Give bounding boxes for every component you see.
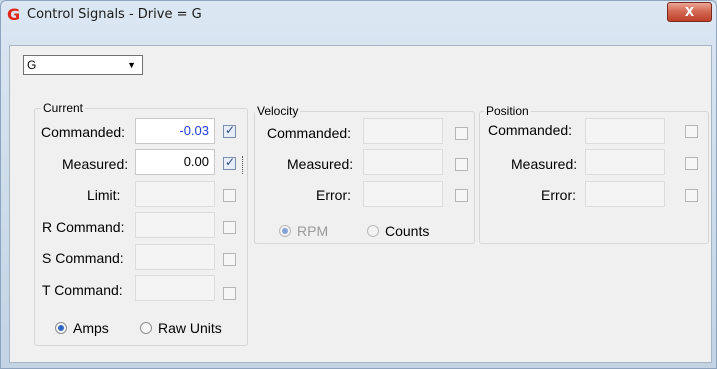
current-measured-checkbox[interactable]: [223, 155, 236, 170]
current-measured-field[interactable]: 0.00: [135, 149, 215, 175]
current-r-command-field[interactable]: [135, 212, 215, 238]
velocity-commanded-checkbox[interactable]: [455, 127, 468, 140]
position-commanded-checkbox[interactable]: [685, 125, 698, 138]
units-amps-radio[interactable]: [55, 322, 67, 334]
focus-indicator: [242, 156, 245, 174]
current-measured-label: Measured:: [62, 156, 129, 172]
current-commanded-label: Commanded:: [41, 124, 126, 140]
velocity-error-checkbox[interactable]: [455, 189, 468, 202]
velocity-commanded-label: Commanded:: [267, 125, 352, 141]
position-error-checkbox[interactable]: [685, 189, 698, 202]
current-r-command-label: R Command:: [42, 219, 125, 235]
velocity-counts-label[interactable]: Counts: [385, 223, 429, 239]
current-s-command-field[interactable]: [135, 244, 215, 270]
velocity-measured-checkbox[interactable]: [455, 158, 468, 171]
velocity-rpm-radio[interactable]: [279, 225, 291, 237]
position-commanded-field[interactable]: [585, 118, 665, 144]
current-r-command-checkbox[interactable]: [223, 221, 236, 234]
chevron-down-icon[interactable]: ▼: [127, 56, 136, 74]
current-limit-label: Limit:: [87, 187, 121, 203]
position-error-field[interactable]: [585, 181, 665, 207]
units-raw-radio[interactable]: [140, 322, 152, 334]
velocity-measured-field[interactable]: [363, 149, 443, 175]
velocity-commanded-field[interactable]: [363, 118, 443, 144]
position-error-label: Error:: [541, 187, 576, 203]
current-t-command-checkbox[interactable]: [223, 287, 236, 300]
velocity-error-label: Error:: [316, 187, 351, 203]
current-s-command-label: S Command:: [42, 250, 124, 266]
velocity-group-title: Velocity: [255, 104, 301, 118]
app-g-icon: G: [7, 5, 21, 24]
current-commanded-field[interactable]: -0.03: [135, 118, 215, 144]
title-bar[interactable]: G Control Signals - Drive = G X: [1, 1, 716, 31]
current-s-command-checkbox[interactable]: [223, 253, 236, 266]
window-title: Control Signals - Drive = G: [27, 7, 202, 22]
velocity-rpm-label[interactable]: RPM: [297, 223, 328, 239]
velocity-counts-radio[interactable]: [367, 225, 379, 237]
close-button[interactable]: X: [667, 2, 712, 22]
current-commanded-checkbox[interactable]: [223, 123, 236, 138]
drive-select[interactable]: G ▼: [23, 55, 143, 75]
velocity-measured-label: Measured:: [287, 156, 354, 172]
position-commanded-label: Commanded:: [488, 122, 573, 138]
current-group-title: Current: [41, 101, 86, 115]
position-group-title: Position: [484, 104, 531, 118]
control-signals-window: G Control Signals - Drive = G X G ▼ Curr…: [0, 0, 717, 369]
position-measured-label: Measured:: [511, 156, 578, 172]
current-t-command-label: T Command:: [42, 282, 123, 298]
current-limit-field[interactable]: [135, 181, 215, 207]
units-amps-label[interactable]: Amps: [73, 320, 109, 336]
units-raw-label[interactable]: Raw Units: [158, 320, 222, 336]
position-measured-field[interactable]: [585, 149, 665, 175]
velocity-error-field[interactable]: [363, 181, 443, 207]
current-t-command-field[interactable]: [135, 275, 215, 301]
drive-select-value: G: [27, 58, 37, 72]
position-measured-checkbox[interactable]: [685, 157, 698, 170]
current-limit-checkbox[interactable]: [223, 189, 236, 202]
